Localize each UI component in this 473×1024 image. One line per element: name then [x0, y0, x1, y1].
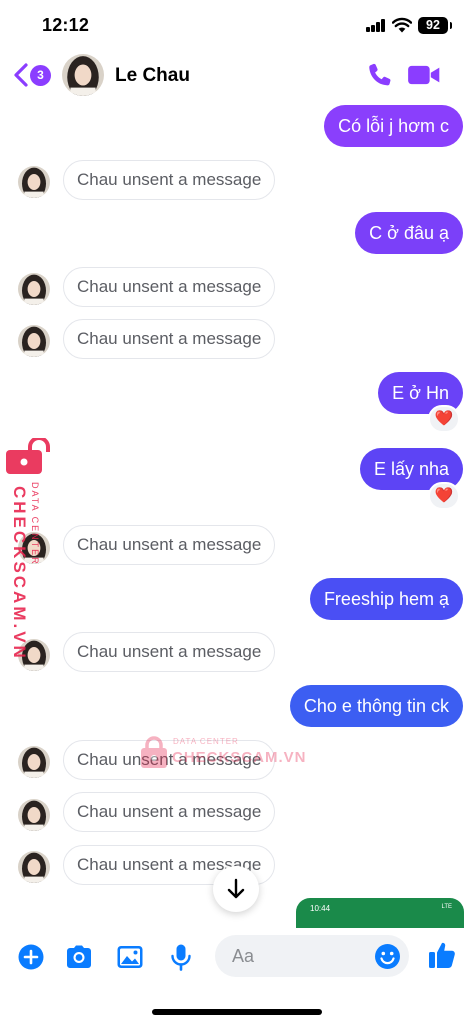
unsent-message-notice[interactable]: Chau unsent a message: [63, 632, 276, 672]
avatar-photo: [62, 54, 104, 96]
unsent-message-notice[interactable]: Chau unsent a message: [63, 319, 276, 359]
avatar-photo: [18, 325, 50, 357]
camera-icon[interactable]: [64, 942, 94, 972]
message-input-wrapper[interactable]: [215, 935, 409, 977]
image-message-preview[interactable]: 10:44 LTE: [296, 898, 464, 928]
sender-avatar[interactable]: [18, 532, 50, 564]
arrow-down-icon: [227, 878, 245, 899]
contact-name[interactable]: Le Chau: [115, 65, 190, 87]
unsent-message-notice[interactable]: Chau unsent a message: [63, 267, 276, 307]
avatar-photo: [18, 166, 50, 198]
image-gallery-icon[interactable]: [115, 942, 145, 972]
sender-avatar[interactable]: [18, 746, 50, 778]
home-indicator: [152, 1009, 322, 1015]
message-list[interactable]: Có lỗi j hơm c Chau unsent a message C ở…: [0, 102, 473, 920]
chat-header: 3 Le Chau: [0, 48, 473, 102]
avatar-photo: [18, 746, 50, 778]
plus-circle-icon[interactable]: [16, 942, 46, 972]
sender-avatar[interactable]: [18, 851, 50, 883]
outgoing-message[interactable]: Cho e thông tin ck: [289, 685, 463, 727]
phone-icon[interactable]: [366, 60, 394, 90]
back-button[interactable]: 3: [12, 62, 52, 88]
unsent-message-notice[interactable]: Chau unsent a message: [63, 740, 276, 780]
status-bar: 12:12 92: [0, 0, 473, 48]
emoji-icon[interactable]: [374, 943, 401, 970]
outgoing-message[interactable]: Freeship hem ạ: [309, 578, 463, 620]
sender-avatar[interactable]: [18, 166, 50, 198]
wifi-icon: [392, 17, 412, 33]
sender-avatar[interactable]: [18, 325, 50, 357]
avatar-photo: [18, 851, 50, 883]
sender-avatar[interactable]: [18, 799, 50, 831]
avatar-photo: [18, 639, 50, 671]
status-time: 12:12: [42, 15, 90, 35]
unsent-message-notice[interactable]: Chau unsent a message: [63, 792, 276, 832]
contact-avatar[interactable]: [62, 54, 104, 96]
avatar-photo: [18, 273, 50, 305]
preview-status: LTE: [441, 904, 452, 910]
microphone-icon[interactable]: [166, 942, 196, 972]
sender-avatar[interactable]: [18, 639, 50, 671]
chevron-left-icon: [14, 63, 28, 87]
heart-reaction[interactable]: ❤️: [428, 482, 460, 510]
preview-time: 10:44: [310, 904, 331, 913]
unsent-message-notice[interactable]: Chau unsent a message: [63, 160, 276, 200]
avatar-photo: [18, 799, 50, 831]
cellular-signal-icon: [366, 19, 386, 32]
scroll-to-bottom-button[interactable]: [213, 866, 259, 912]
outgoing-message[interactable]: C ở đâu ạ: [355, 212, 463, 254]
message-input[interactable]: [215, 935, 365, 977]
thumbs-up-icon[interactable]: [426, 939, 458, 971]
unread-count-badge: 3: [30, 65, 51, 86]
message-composer: [0, 928, 473, 988]
sender-avatar[interactable]: [18, 273, 50, 305]
video-camera-icon[interactable]: [407, 61, 441, 89]
outgoing-message[interactable]: Có lỗi j hơm c: [324, 105, 463, 147]
heart-reaction[interactable]: ❤️: [428, 405, 460, 433]
unsent-message-notice[interactable]: Chau unsent a message: [63, 525, 276, 565]
avatar-photo: [18, 532, 50, 564]
battery-indicator: 92: [418, 17, 452, 34]
